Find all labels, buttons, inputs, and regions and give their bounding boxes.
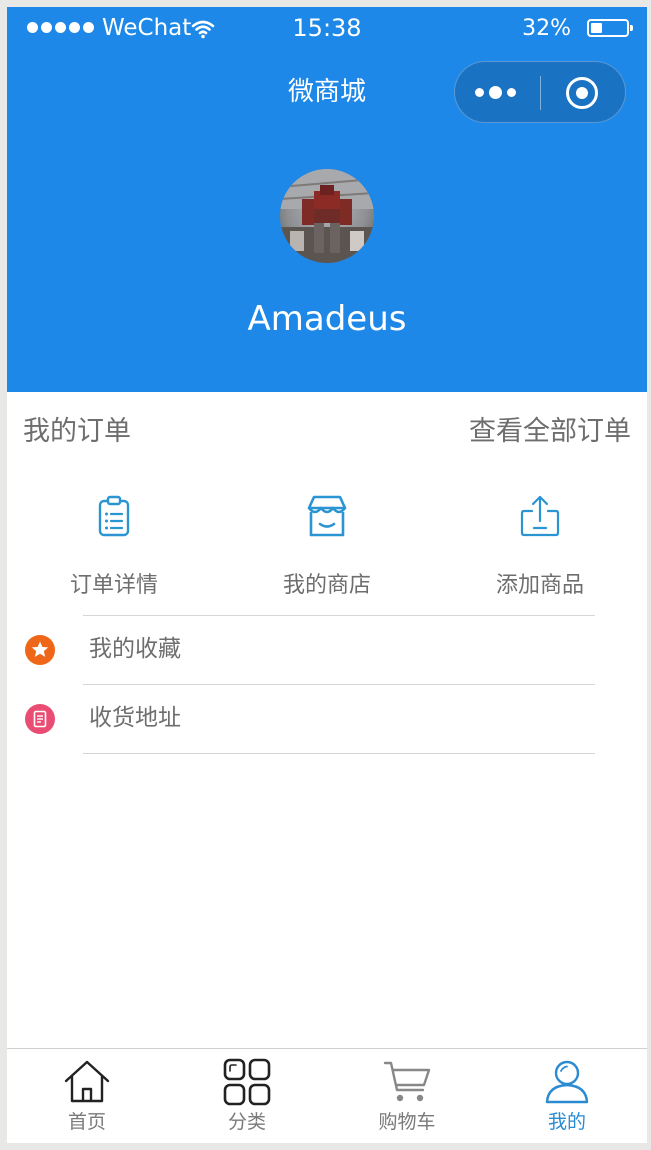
status-bar: WeChat 15:38 32%: [7, 7, 647, 49]
my-store-label: 我的商店: [282, 573, 371, 598]
order-details-label: 订单详情: [69, 573, 158, 598]
tab-category[interactable]: 分类: [167, 1057, 327, 1135]
address-row[interactable]: 收货地址: [7, 685, 647, 753]
battery-percent: 32%: [522, 16, 571, 41]
username: Amadeus: [247, 299, 407, 339]
home-icon: [64, 1060, 110, 1103]
orders-section-header: 我的订单 查看全部订单: [7, 392, 647, 474]
my-store-button[interactable]: 我的商店: [247, 487, 407, 601]
orders-title: 我的订单: [23, 416, 131, 447]
favorites-row[interactable]: 我的收藏: [7, 616, 647, 684]
divider: [83, 753, 595, 754]
avatar-image: [280, 169, 374, 263]
tab-home-label: 首页: [67, 1111, 106, 1133]
tab-cart-label: 购物车: [378, 1111, 436, 1133]
add-product-button[interactable]: 添加商品: [460, 487, 620, 601]
store-icon: [307, 495, 347, 537]
address-icon: [25, 704, 55, 734]
avatar[interactable]: [280, 169, 374, 263]
more-icon[interactable]: [475, 86, 516, 99]
order-details-button[interactable]: 订单详情: [34, 487, 194, 601]
tab-cart[interactable]: 购物车: [327, 1057, 487, 1135]
view-all-orders-link[interactable]: 查看全部订单: [469, 414, 631, 450]
add-product-label: 添加商品: [495, 573, 584, 598]
star-icon: [25, 635, 55, 665]
close-circle-icon[interactable]: [565, 76, 599, 110]
address-label: 收货地址: [89, 705, 181, 731]
tab-profile-label: 我的: [547, 1111, 586, 1133]
mini-program-capsule: [454, 61, 626, 123]
category-icon: [223, 1058, 271, 1106]
battery-icon: [587, 19, 633, 37]
user-icon: [545, 1060, 589, 1104]
tab-category-label: 分类: [227, 1111, 266, 1133]
phone-screen: WeChat 15:38 32% 微商城 Amadeus 我的订单 查看全部订单…: [7, 7, 647, 1143]
favorites-label: 我的收藏: [89, 636, 181, 662]
tab-profile[interactable]: 我的: [487, 1057, 647, 1135]
tab-bar: 首页 分类 购物车 我的: [7, 1048, 647, 1143]
upload-icon: [520, 495, 560, 537]
tab-home[interactable]: 首页: [7, 1057, 167, 1135]
cart-icon: [383, 1061, 431, 1102]
clipboard-icon: [98, 495, 130, 537]
profile-header: WeChat 15:38 32% 微商城 Amadeus: [7, 7, 647, 392]
